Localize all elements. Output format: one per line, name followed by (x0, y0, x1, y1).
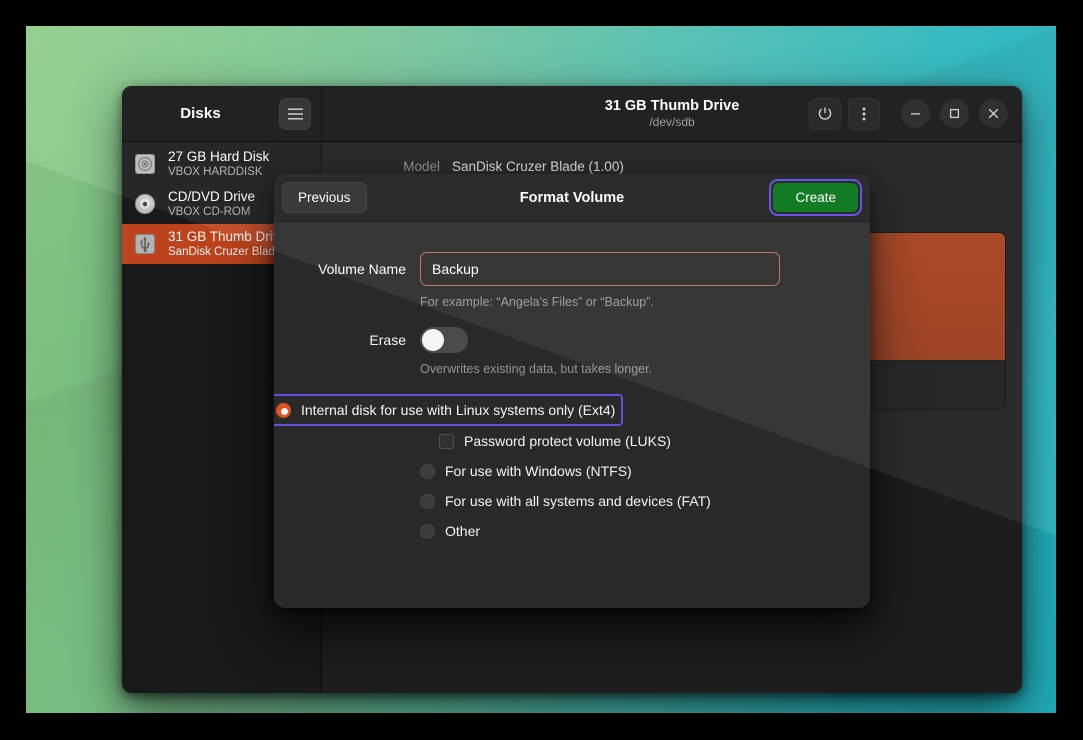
disk-name: 31 GB Thumb Drive (168, 229, 287, 245)
type-option-label: For use with Windows (NTFS) (445, 463, 632, 479)
disk-subtitle: SanDisk Cruzer Blade (168, 245, 287, 259)
window-header-bar: Disks 31 GB Thumb Drive /dev/sdb (122, 86, 1022, 142)
disk-subtitle: VBOX HARDDISK (168, 165, 269, 179)
toggle-knob (422, 329, 444, 351)
sidebar-title: Disks (134, 105, 267, 122)
dialog-header: Previous Format Volume Create (274, 174, 870, 222)
desktop-wallpaper: Disks 31 GB Thumb Drive /dev/sdb (26, 26, 1056, 713)
format-volume-dialog: Previous Format Volume Create Volume Nam… (274, 174, 870, 608)
sidebar-header: Disks (122, 86, 322, 141)
disk-meta: 27 GB Hard Disk VBOX HARDDISK (168, 149, 269, 179)
optical-disc-icon (132, 191, 158, 217)
type-option-label: For use with all systems and devices (FA… (445, 493, 711, 509)
usb-drive-icon (132, 231, 158, 257)
erase-hint: Overwrites existing data, but takes long… (420, 362, 834, 376)
dialog-body: Volume Name For example: “Angela’s Files… (274, 222, 870, 608)
disk-subtitle: VBOX CD-ROM (168, 205, 255, 219)
erase-toggle[interactable] (420, 327, 468, 353)
type-option-other[interactable]: Other (420, 516, 870, 546)
type-group: Type Internal disk for use with Linux sy… (274, 394, 870, 546)
create-button[interactable]: Create (773, 183, 858, 212)
power-icon[interactable] (809, 98, 841, 130)
type-option-ntfs[interactable]: For use with Windows (NTFS) (420, 456, 870, 486)
volume-name-input[interactable] (420, 252, 780, 286)
checkbox-luks-icon[interactable] (439, 434, 454, 449)
erase-control: Overwrites existing data, but takes long… (420, 323, 870, 390)
volume-name-label: Volume Name (274, 252, 420, 286)
previous-button[interactable]: Previous (282, 182, 367, 213)
header-actions (809, 98, 1008, 130)
disk-meta: 31 GB Thumb Drive SanDisk Cruzer Blade (168, 229, 287, 259)
close-icon[interactable] (979, 99, 1008, 128)
type-option-ext4-row[interactable]: Type Internal disk for use with Linux sy… (274, 394, 623, 426)
type-option-fat[interactable]: For use with all systems and devices (FA… (420, 486, 870, 516)
volume-name-row: Volume Name For example: “Angela’s Files… (274, 252, 870, 323)
hamburger-menu-icon[interactable] (279, 98, 311, 130)
content-header: 31 GB Thumb Drive /dev/sdb (322, 86, 1022, 141)
luks-label: Password protect volume (LUKS) (464, 433, 671, 449)
disk-name: CD/DVD Drive (168, 189, 255, 205)
luks-checkbox-row[interactable]: Password protect volume (LUKS) (439, 426, 870, 456)
erase-row: Erase Overwrites existing data, but take… (274, 323, 870, 390)
minimize-icon[interactable] (901, 99, 930, 128)
disk-name: 27 GB Hard Disk (168, 149, 269, 165)
maximize-icon[interactable] (940, 99, 969, 128)
disk-meta: CD/DVD Drive VBOX CD-ROM (168, 189, 255, 219)
volume-name-hint: For example: “Angela’s Files” or “Backup… (420, 295, 834, 309)
radio-other-icon[interactable] (420, 524, 435, 539)
type-option-ext4[interactable]: Internal disk for use with Linux systems… (276, 396, 621, 424)
radio-ext4-icon[interactable] (276, 403, 291, 418)
create-button-focus-ring: Create (769, 179, 862, 216)
volume-name-control: For example: “Angela’s Files” or “Backup… (420, 252, 870, 323)
vertical-ellipsis-icon[interactable] (848, 98, 880, 130)
type-option-label: Other (445, 523, 480, 539)
type-option-label: Internal disk for use with Linux systems… (301, 402, 615, 418)
erase-label: Erase (274, 323, 420, 357)
radio-ntfs-icon[interactable] (420, 464, 435, 479)
radio-fat-icon[interactable] (420, 494, 435, 509)
hard-disk-icon (132, 151, 158, 177)
